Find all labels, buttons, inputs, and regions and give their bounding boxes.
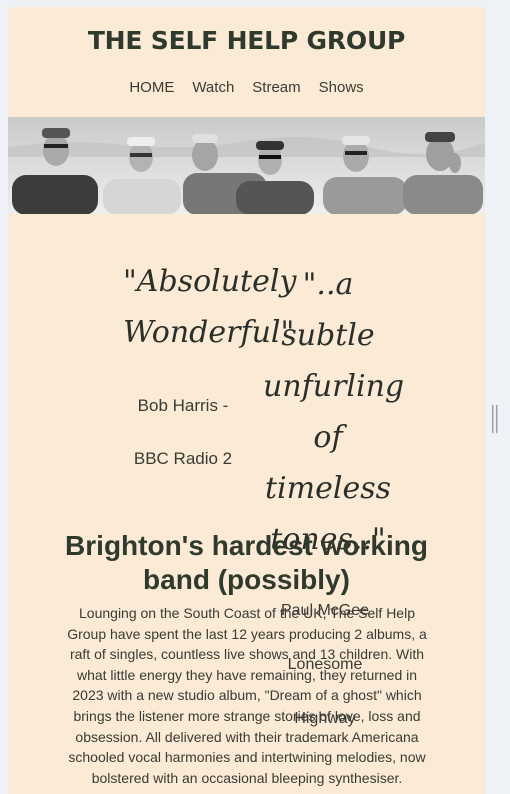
page-container: THE SELF HELP GROUP HOME Watch Stream Sh…	[8, 7, 485, 794]
nav-item-shows[interactable]: Shows	[319, 79, 364, 96]
site-title[interactable]: THE SELF HELP GROUP	[8, 26, 485, 55]
nav-item-home[interactable]: HOME	[129, 79, 174, 96]
quote-bob-harris: "Absolutely Wonderful"	[123, 264, 297, 350]
band-photo	[8, 117, 485, 214]
nav-item-stream[interactable]: Stream	[252, 79, 300, 96]
nav-item-watch[interactable]: Watch	[192, 79, 234, 96]
resize-handle-icon[interactable]	[491, 405, 500, 433]
section-heading: Brighton's hardest working band (possibl…	[65, 530, 428, 595]
quote-paul-mcgee: "..a subtle unfurling of timeless tones.…	[263, 267, 405, 557]
quote-attribution-bob-harris: Bob Harris - BBC Radio 2	[133, 396, 233, 468]
band-description: Lounging on the South Coast of the UK, T…	[67, 605, 427, 786]
main-nav: HOME Watch Stream Shows	[8, 79, 485, 96]
